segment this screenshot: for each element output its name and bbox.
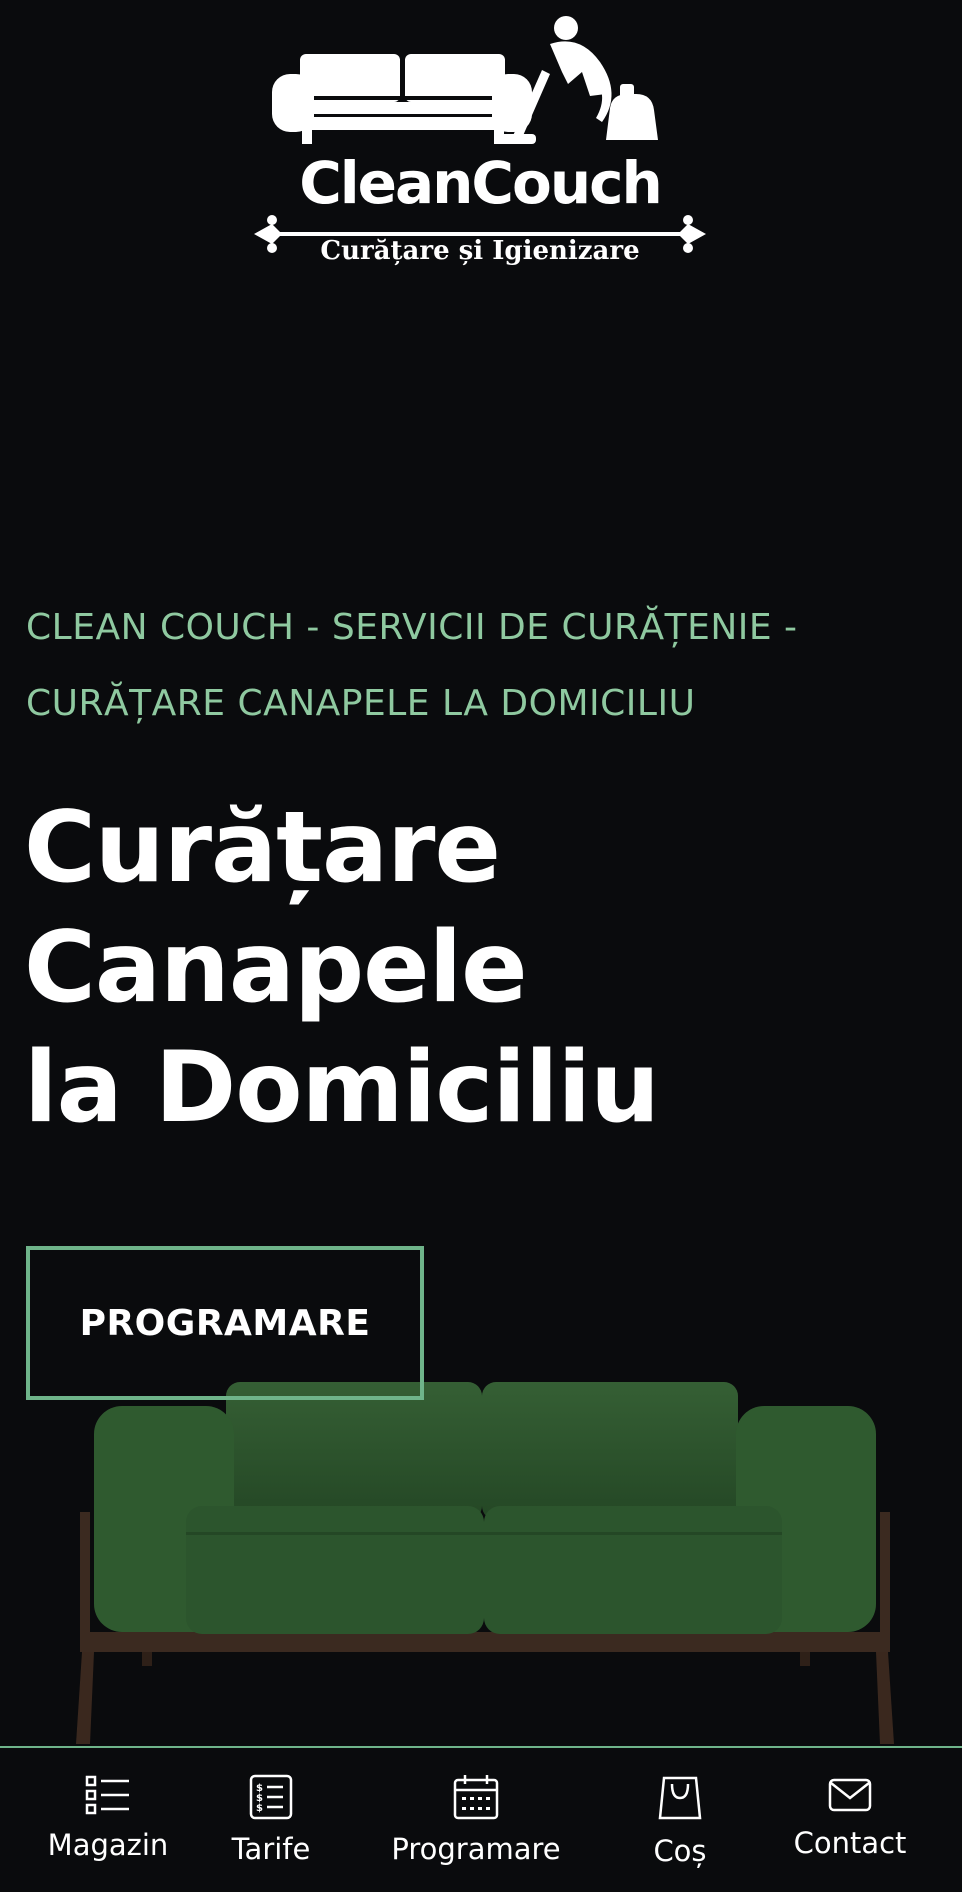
brand-name: CleanCouch <box>299 149 663 217</box>
list-icon <box>85 1775 129 1815</box>
headline-line: Curățare <box>24 791 501 905</box>
nav-item-tarife[interactable]: $ $ $ Tarife <box>214 1748 328 1892</box>
brand-logo[interactable]: CleanCouch Curățare și Igienizare <box>250 14 710 264</box>
nav-label-magazin: Magazin <box>47 1828 169 1862</box>
nav-item-cos[interactable]: Coș <box>632 1748 728 1892</box>
programare-button[interactable]: PROGRAMARE <box>26 1246 424 1400</box>
headline-line: la Domiciliu <box>24 1031 660 1145</box>
green-sofa-image <box>76 1382 894 1744</box>
price-list-icon: $ $ $ <box>249 1774 293 1820</box>
headline-line: Canapele <box>24 911 528 1025</box>
bottom-navigation: Magazin $ $ $ Tarife Programare Coș Cont… <box>0 1746 962 1892</box>
nav-item-programare[interactable]: Programare <box>384 1748 568 1892</box>
nav-label-contact: Contact <box>793 1826 907 1860</box>
shopping-bag-icon <box>658 1776 702 1820</box>
nav-label-programare: Programare <box>391 1832 561 1866</box>
hero-eyebrow: CLEAN COUCH - SERVICII DE CURĂȚENIE - CU… <box>26 607 798 724</box>
nav-item-magazin[interactable]: Magazin <box>44 1748 172 1892</box>
envelope-icon <box>828 1778 872 1812</box>
svg-text:$: $ <box>256 1803 263 1814</box>
nav-label-cos: Coș <box>653 1834 707 1868</box>
calendar-icon <box>453 1775 499 1820</box>
hero-headline: Curățare Canapele la Domiciliu <box>24 788 924 1148</box>
brand-tagline: Curățare și Igienizare <box>320 236 640 266</box>
couch-cleaner-logo-icon <box>272 16 658 144</box>
nav-label-tarife: Tarife <box>231 1832 311 1866</box>
nav-item-contact[interactable]: Contact <box>782 1748 918 1892</box>
